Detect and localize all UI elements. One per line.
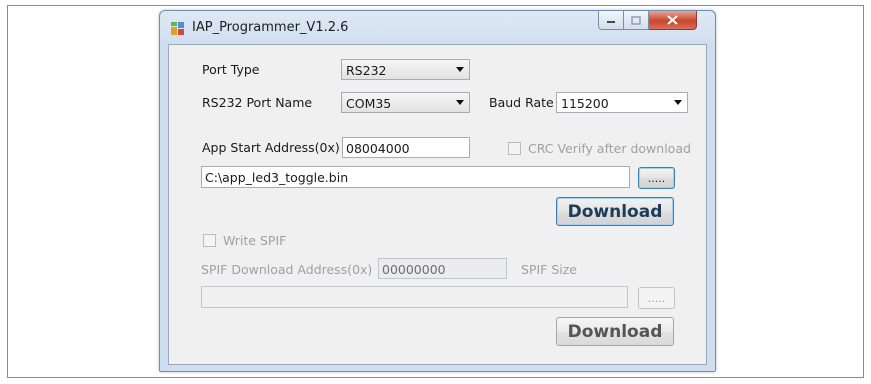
- write-spif-checkbox[interactable]: [203, 234, 216, 247]
- crc-verify-checkbox[interactable]: [508, 142, 521, 155]
- baud-rate-label: Baud Rate: [489, 95, 554, 110]
- maximize-button[interactable]: [624, 11, 649, 30]
- close-icon: [667, 15, 678, 25]
- app-window: IAP_Programmer_V1.2.6 Port Type RS232 RS…: [159, 10, 716, 372]
- window-title: IAP_Programmer_V1.2.6: [192, 20, 349, 35]
- port-name-value: COM35: [346, 96, 392, 111]
- port-type-label: Port Type: [202, 62, 260, 77]
- chevron-down-icon: [674, 100, 682, 105]
- port-type-value: RS232: [346, 63, 387, 78]
- browse-button[interactable]: .....: [638, 167, 675, 189]
- spif-file-path-input[interactable]: [201, 286, 628, 308]
- app-address-label: App Start Address(0x): [202, 140, 340, 155]
- spif-size-label: SPIF Size: [521, 262, 577, 277]
- spif-browse-button[interactable]: .....: [638, 287, 675, 309]
- chevron-down-icon: [456, 100, 464, 105]
- port-type-select[interactable]: RS232: [341, 59, 470, 80]
- app-address-input[interactable]: 08004000: [342, 137, 470, 158]
- spif-address-input[interactable]: 00000000: [378, 258, 507, 279]
- crc-verify-label: CRC Verify after download: [528, 141, 691, 156]
- caption-buttons: [598, 11, 708, 31]
- baud-rate-select[interactable]: 115200: [556, 92, 688, 113]
- chevron-down-icon: [456, 67, 464, 72]
- maximize-icon: [631, 15, 641, 25]
- dialog-client-area: Port Type RS232 RS232 Port Name COM35 Ba…: [168, 44, 707, 365]
- app-icon: [171, 22, 184, 35]
- spif-address-label: SPIF Download Address(0x): [201, 262, 373, 277]
- port-name-label: RS232 Port Name: [202, 95, 313, 110]
- file-path-input[interactable]: C:\app_led3_toggle.bin: [201, 166, 630, 188]
- minimize-icon: [607, 21, 615, 23]
- minimize-button[interactable]: [598, 11, 624, 30]
- baud-rate-value: 115200: [561, 96, 609, 111]
- spif-download-button[interactable]: Download: [556, 317, 674, 346]
- close-button[interactable]: [649, 11, 697, 30]
- download-button[interactable]: Download: [556, 197, 674, 226]
- port-name-select[interactable]: COM35: [341, 92, 470, 113]
- write-spif-label: Write SPIF: [223, 233, 287, 248]
